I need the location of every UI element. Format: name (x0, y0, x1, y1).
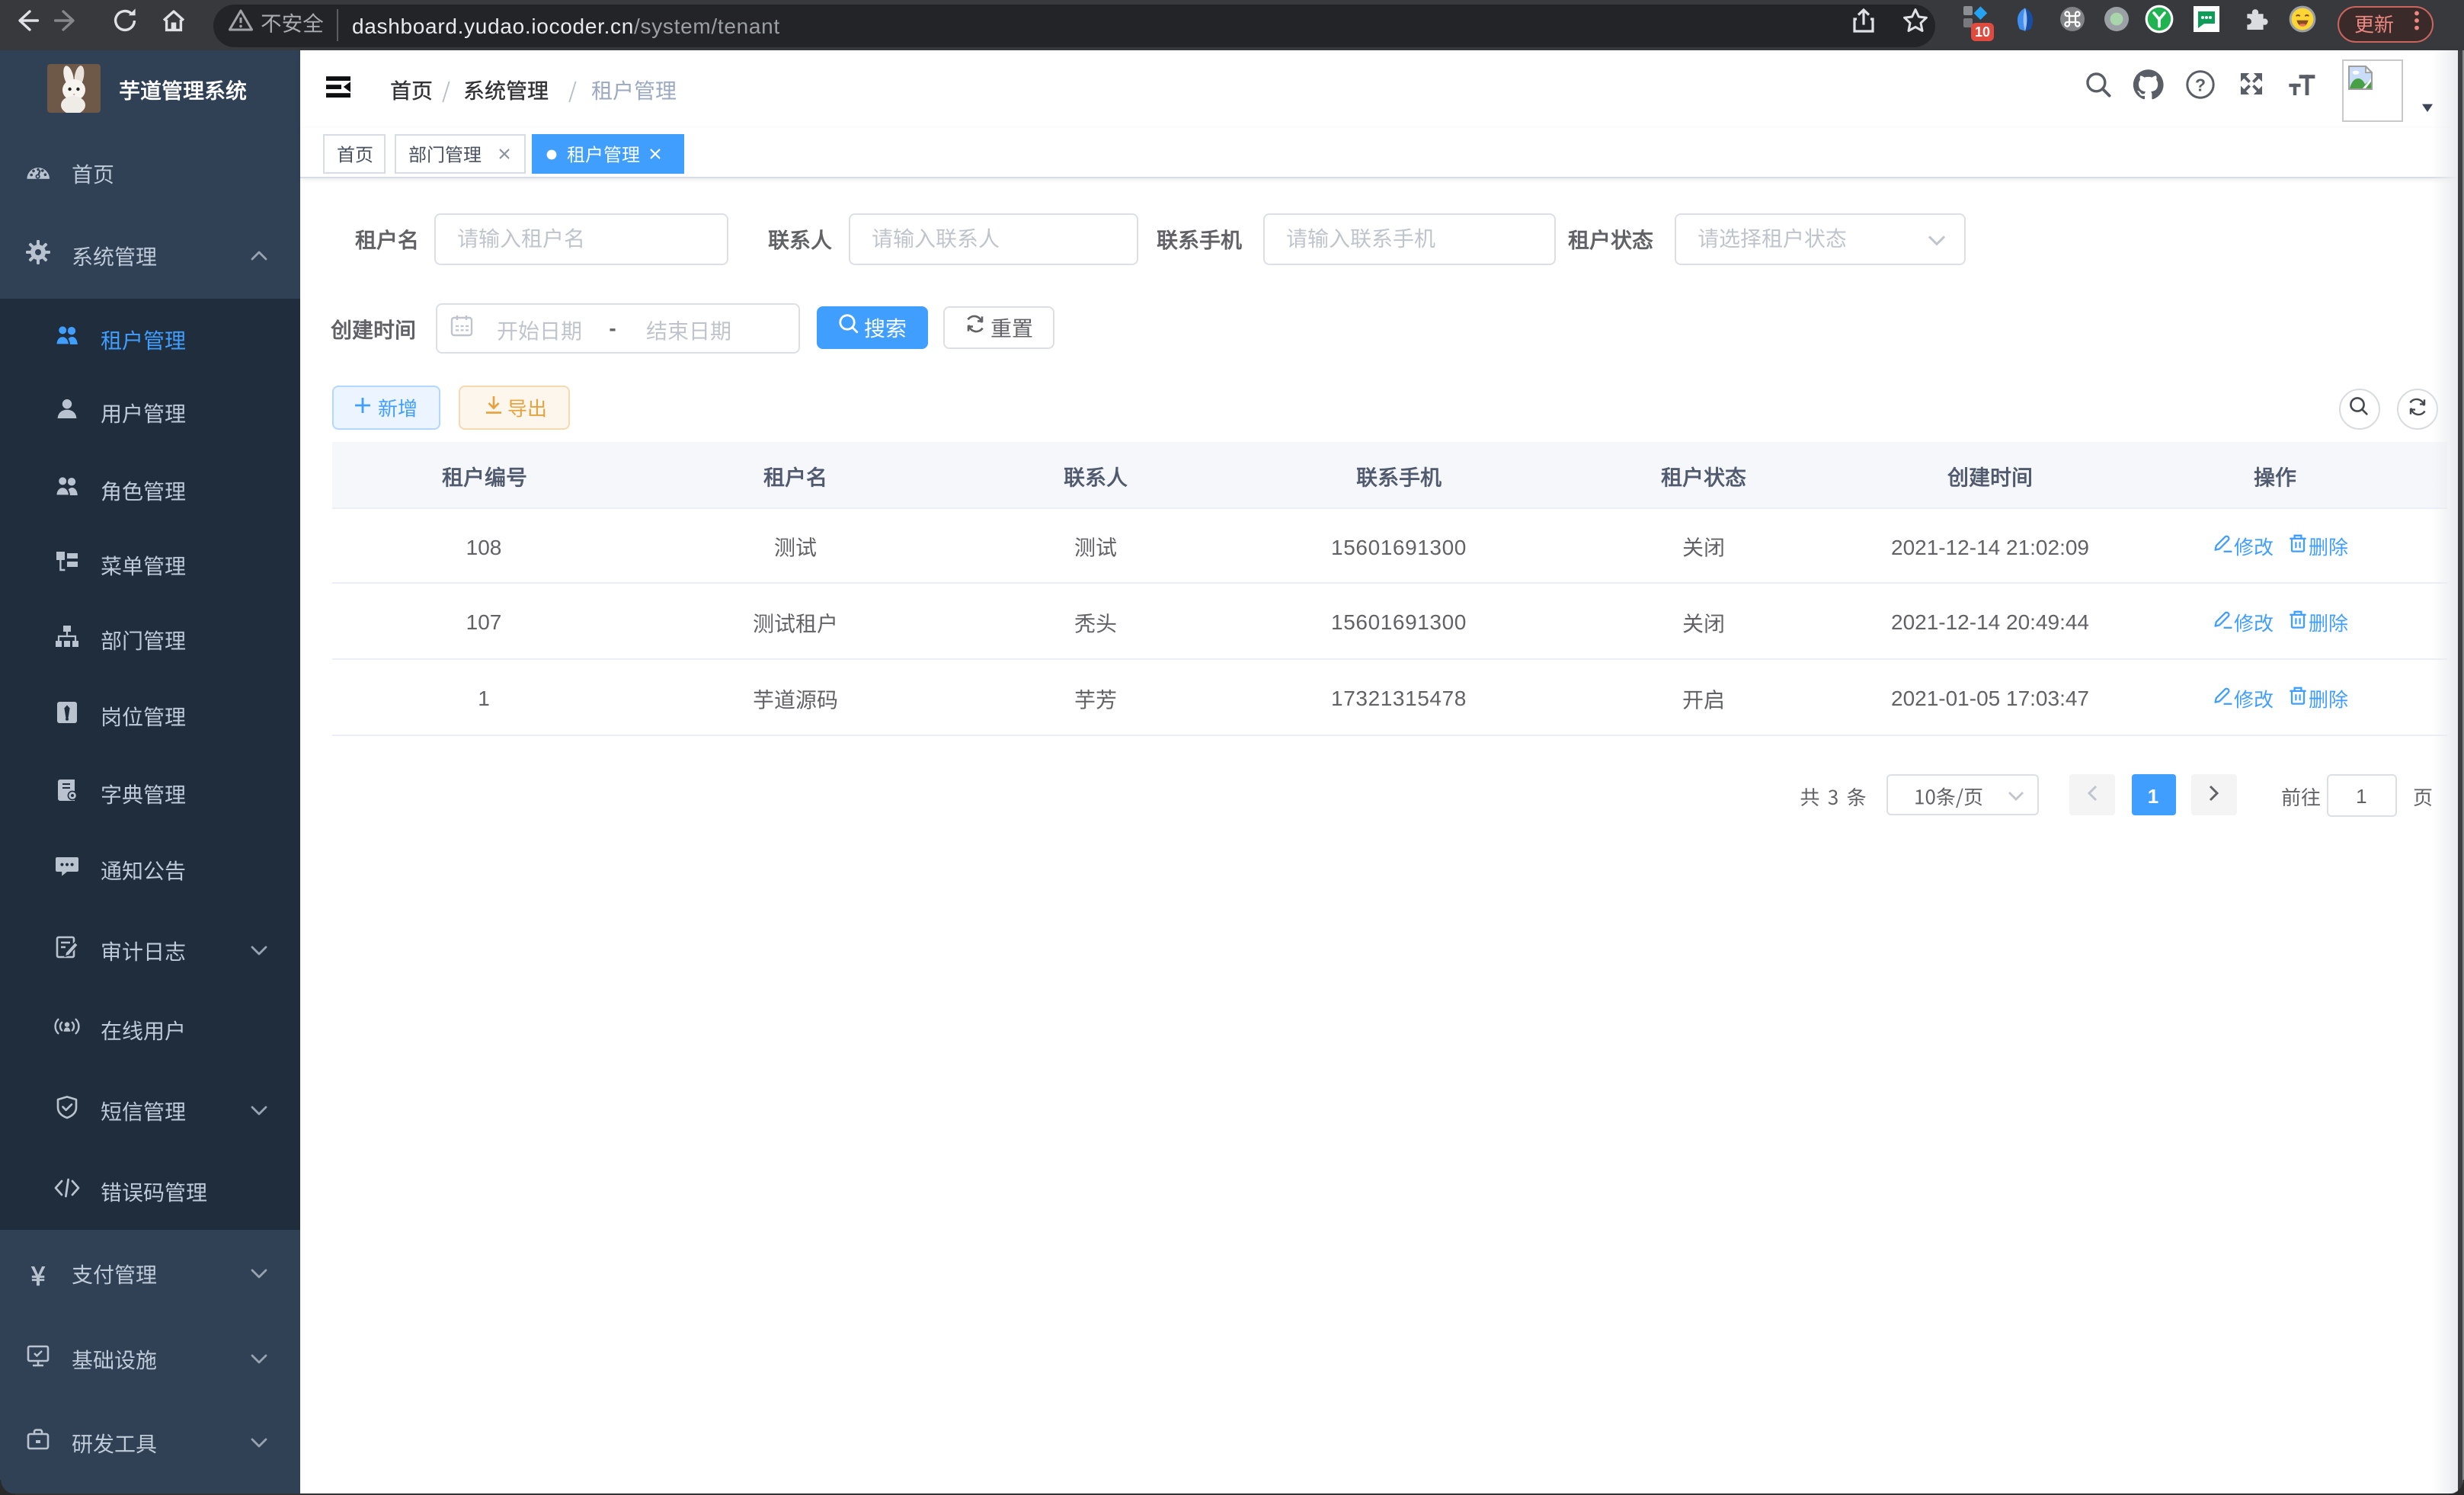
svg-text:?: ? (2195, 75, 2206, 94)
